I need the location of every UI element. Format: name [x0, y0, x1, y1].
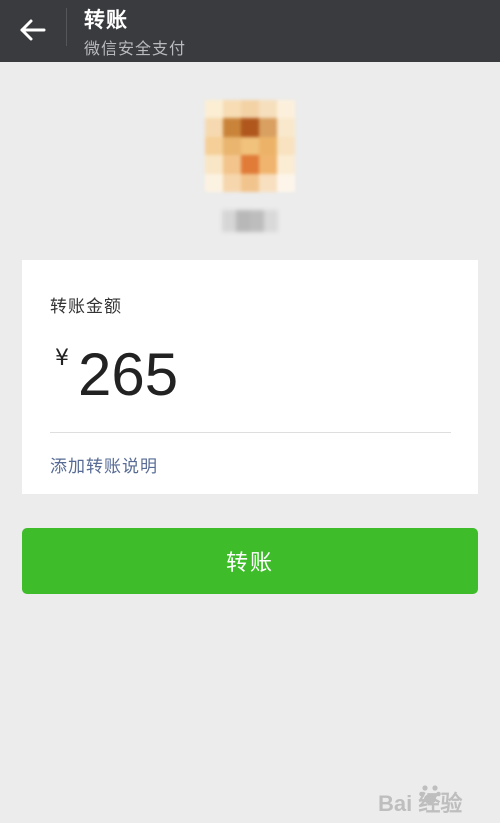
- transfer-button[interactable]: 转账: [22, 528, 478, 594]
- page-title: 转账: [84, 8, 128, 32]
- arrow-left-icon: [20, 19, 46, 41]
- recipient-name: [222, 210, 278, 232]
- back-button[interactable]: [14, 10, 54, 50]
- amount-input[interactable]: 265: [78, 340, 178, 410]
- watermark-logo: Bai 经验: [356, 778, 496, 818]
- paw-icon: [419, 785, 441, 804]
- page-subtitle: 微信安全支付: [84, 39, 187, 58]
- amount-card: 转账金额 ¥ 265 添加转账说明: [22, 260, 478, 494]
- transfer-page: 转账 微信安全支付 转账金额 ¥ 265 添加转账说明 转账 Bai 经验: [0, 0, 500, 823]
- currency-symbol: ¥: [55, 346, 69, 371]
- card-divider: [50, 432, 451, 433]
- top-bar: 转账 微信安全支付: [0, 0, 500, 62]
- header-divider: [66, 8, 67, 46]
- amount-label: 转账金额: [50, 297, 122, 317]
- add-note-link[interactable]: 添加转账说明: [50, 452, 158, 477]
- recipient-avatar: [205, 100, 295, 192]
